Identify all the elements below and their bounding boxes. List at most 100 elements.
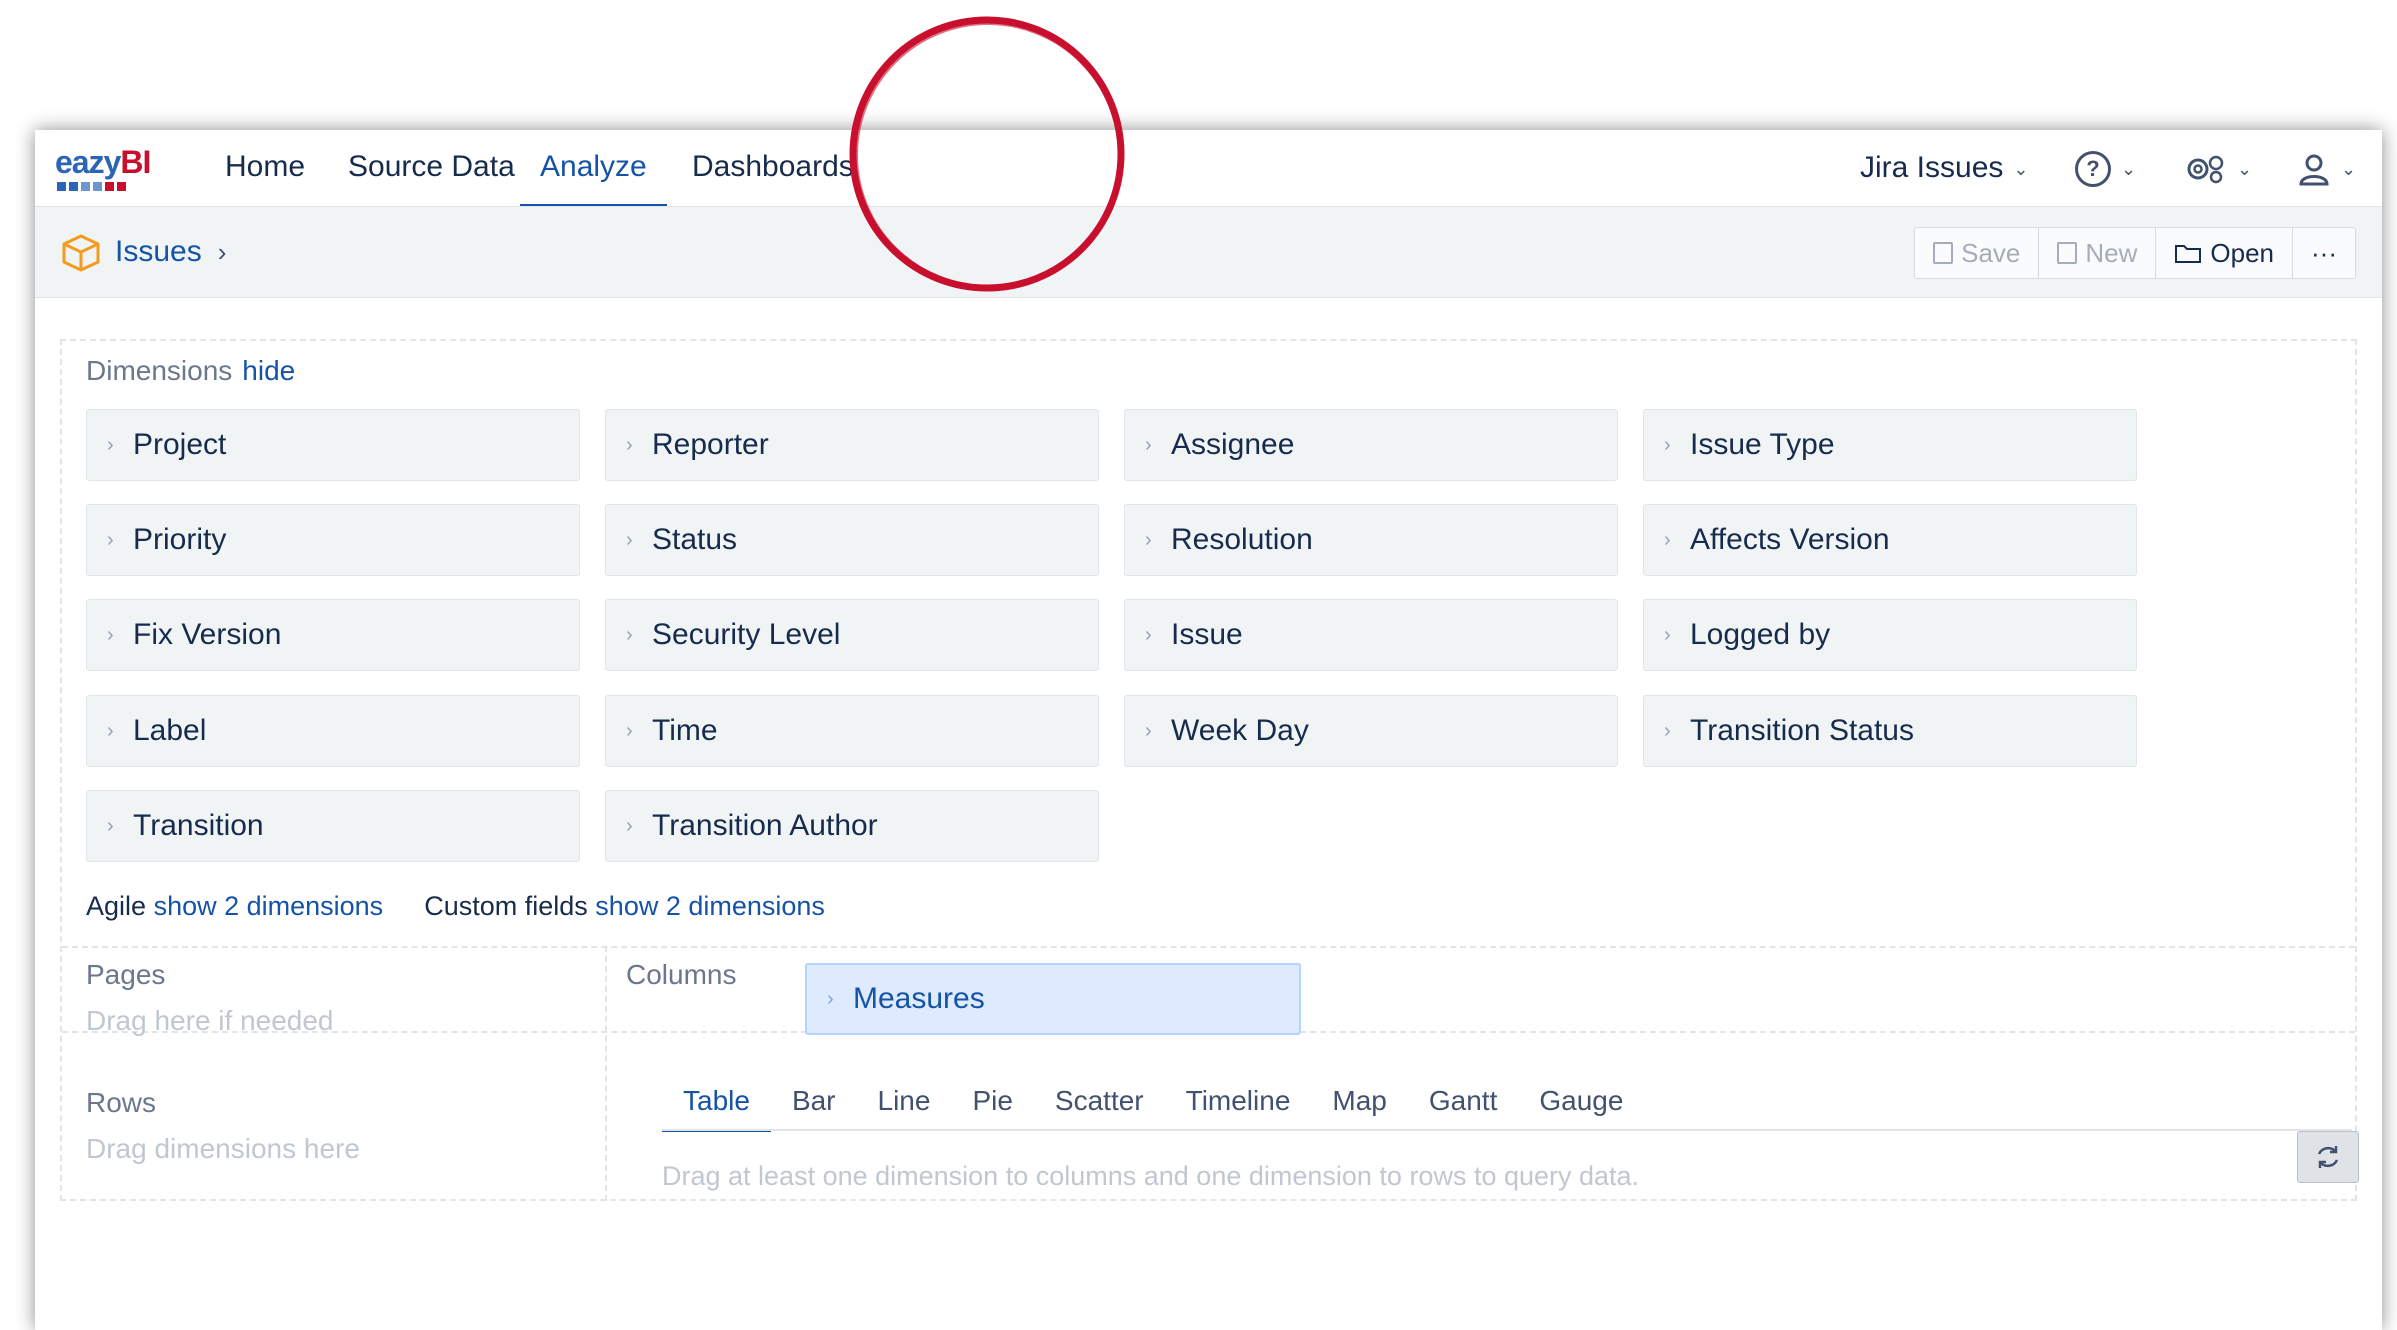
- save-button[interactable]: Save: [1915, 228, 2040, 278]
- open-button[interactable]: Open: [2156, 228, 2294, 278]
- dimension-priority[interactable]: › Priority: [86, 504, 580, 576]
- dimension-resolution[interactable]: › Resolution: [1124, 504, 1618, 576]
- chevron-right-icon: ›: [1664, 624, 1671, 646]
- folder-icon: [2175, 245, 2202, 263]
- agile-label: Agile: [86, 891, 147, 921]
- eazybi-logo[interactable]: eazyBI: [55, 140, 155, 196]
- chevron-right-icon: ›: [107, 720, 114, 742]
- refresh-icon: [2317, 1146, 2339, 1168]
- dimension-label: Assignee: [1171, 428, 1295, 461]
- tab-line[interactable]: Line: [857, 1081, 952, 1129]
- chevron-right-icon: ›: [1145, 434, 1152, 456]
- dimension-project[interactable]: › Project: [86, 409, 580, 481]
- settings-menu[interactable]: ⌄: [2183, 146, 2252, 190]
- dimension-status[interactable]: › Status: [605, 504, 1099, 576]
- pages-title: Pages: [86, 959, 166, 990]
- custom-fields-show-link[interactable]: show 2 dimensions: [595, 891, 825, 921]
- breadcrumb[interactable]: Issues ›: [59, 229, 226, 275]
- dimension-transition-author[interactable]: › Transition Author: [605, 790, 1099, 862]
- measures-dimension[interactable]: › Measures: [805, 963, 1301, 1035]
- dimension-transition[interactable]: › Transition: [86, 790, 580, 862]
- tab-map[interactable]: Map: [1311, 1081, 1407, 1129]
- rows-drop-zone[interactable]: Drag dimensions here: [86, 1133, 360, 1165]
- cube-icon: [62, 234, 100, 272]
- new-document-icon: [2057, 242, 2078, 264]
- chevron-down-icon: ⌄: [2121, 159, 2137, 180]
- new-button[interactable]: New: [2039, 228, 2157, 278]
- dimension-label[interactable]: › Label: [86, 695, 580, 767]
- dimension-logged-by[interactable]: › Logged by: [1643, 599, 2137, 671]
- chevron-right-icon: ›: [1664, 529, 1671, 551]
- chevron-right-icon: ›: [626, 434, 633, 456]
- source-selector[interactable]: Jira Issues ⌄: [1860, 146, 2028, 190]
- chevron-right-icon: ›: [217, 237, 227, 267]
- save-icon: [1933, 242, 1954, 264]
- dimension-transition-status[interactable]: › Transition Status: [1643, 695, 2137, 767]
- dimension-label: Transition Status: [1690, 714, 1914, 747]
- dimension-reporter[interactable]: › Reporter: [605, 409, 1099, 481]
- dimension-label: Reporter: [652, 428, 769, 461]
- dimension-label: Time: [652, 714, 718, 747]
- dimension-affects-version[interactable]: › Affects Version: [1643, 504, 2137, 576]
- more-actions-button[interactable]: ···: [2293, 228, 2355, 278]
- tab-bar[interactable]: Bar: [771, 1081, 857, 1129]
- tab-gauge[interactable]: Gauge: [1518, 1081, 1644, 1129]
- cube-label: Issues: [115, 235, 202, 268]
- nav-source-data[interactable]: Source Data: [328, 146, 535, 204]
- more-dimension-links: Agile show 2 dimensions Custom fields sh…: [86, 891, 825, 922]
- chevron-right-icon: ›: [1145, 529, 1152, 551]
- view-tabs: Table Bar Line Pie Scatter Timeline Map Gantt Ga…: [662, 1081, 1644, 1132]
- dimension-label: Project: [133, 428, 227, 461]
- help-circle-icon: ?: [2075, 151, 2111, 188]
- hide-dimensions-link[interactable]: hide: [242, 355, 295, 386]
- chevron-right-icon: ›: [107, 434, 114, 456]
- tab-table[interactable]: Table: [662, 1081, 771, 1132]
- chevron-right-icon: ›: [1145, 720, 1152, 742]
- chevron-right-icon: ›: [107, 815, 114, 837]
- dimension-label: Transition Author: [652, 809, 878, 842]
- tab-scatter[interactable]: Scatter: [1034, 1081, 1165, 1129]
- dimension-label: Transition: [133, 809, 264, 842]
- chevron-down-icon: ⌄: [2237, 159, 2253, 180]
- custom-fields-label: Custom fields: [424, 891, 588, 921]
- tab-timeline[interactable]: Timeline: [1165, 1081, 1312, 1129]
- dimension-week-day[interactable]: › Week Day: [1124, 695, 1618, 767]
- rows-title: Rows: [86, 1087, 157, 1118]
- dimension-time[interactable]: › Time: [605, 695, 1099, 767]
- nav-analyze[interactable]: Analyze: [520, 146, 667, 207]
- nav-home[interactable]: Home: [205, 146, 325, 204]
- chevron-right-icon: ›: [107, 624, 114, 646]
- chevron-right-icon: ›: [1664, 720, 1671, 742]
- refresh-button[interactable]: [2297, 1131, 2359, 1183]
- gear-icon: [2187, 155, 2224, 184]
- chevron-right-icon: ›: [1145, 624, 1152, 646]
- chevron-right-icon: ›: [626, 720, 633, 742]
- dimension-assignee[interactable]: › Assignee: [1124, 409, 1618, 481]
- user-icon: [2299, 154, 2329, 186]
- dimension-label: Affects Version: [1690, 523, 1890, 556]
- source-selector-label: Jira Issues: [1860, 151, 2004, 184]
- more-icon: ···: [2311, 238, 2337, 268]
- dimensions-header: Dimensions hide: [86, 355, 295, 387]
- tab-gantt[interactable]: Gantt: [1408, 1081, 1518, 1129]
- top-navigation: eazyBI Home Source Data Analyze Dashboar…: [35, 130, 2382, 207]
- user-menu[interactable]: ⌄: [2297, 146, 2356, 190]
- dimension-label: Resolution: [1171, 523, 1313, 556]
- chevron-right-icon: ›: [626, 529, 633, 551]
- chevron-down-icon: ⌄: [2341, 159, 2357, 180]
- logo-squares: [57, 182, 126, 191]
- dimension-issue-type[interactable]: › Issue Type: [1643, 409, 2137, 481]
- tab-pie[interactable]: Pie: [951, 1081, 1033, 1129]
- agile-show-link[interactable]: show 2 dimensions: [154, 891, 384, 921]
- app-window: eazyBI Home Source Data Analyze Dashboar…: [35, 130, 2382, 1330]
- dimension-security-level[interactable]: › Security Level: [605, 599, 1099, 671]
- help-menu[interactable]: ? ⌄: [2075, 146, 2136, 190]
- dimension-fix-version[interactable]: › Fix Version: [86, 599, 580, 671]
- query-hint: Drag at least one dimension to columns a…: [662, 1161, 1640, 1191]
- dimensions-title: Dimensions: [86, 355, 233, 386]
- dimension-label: Status: [652, 523, 738, 556]
- dimension-label: Fix Version: [133, 618, 282, 651]
- dimension-issue[interactable]: › Issue: [1124, 599, 1618, 671]
- pages-drop-zone[interactable]: Drag here if needed: [86, 1005, 334, 1037]
- highlight-circle-annotation: [849, 16, 1125, 292]
